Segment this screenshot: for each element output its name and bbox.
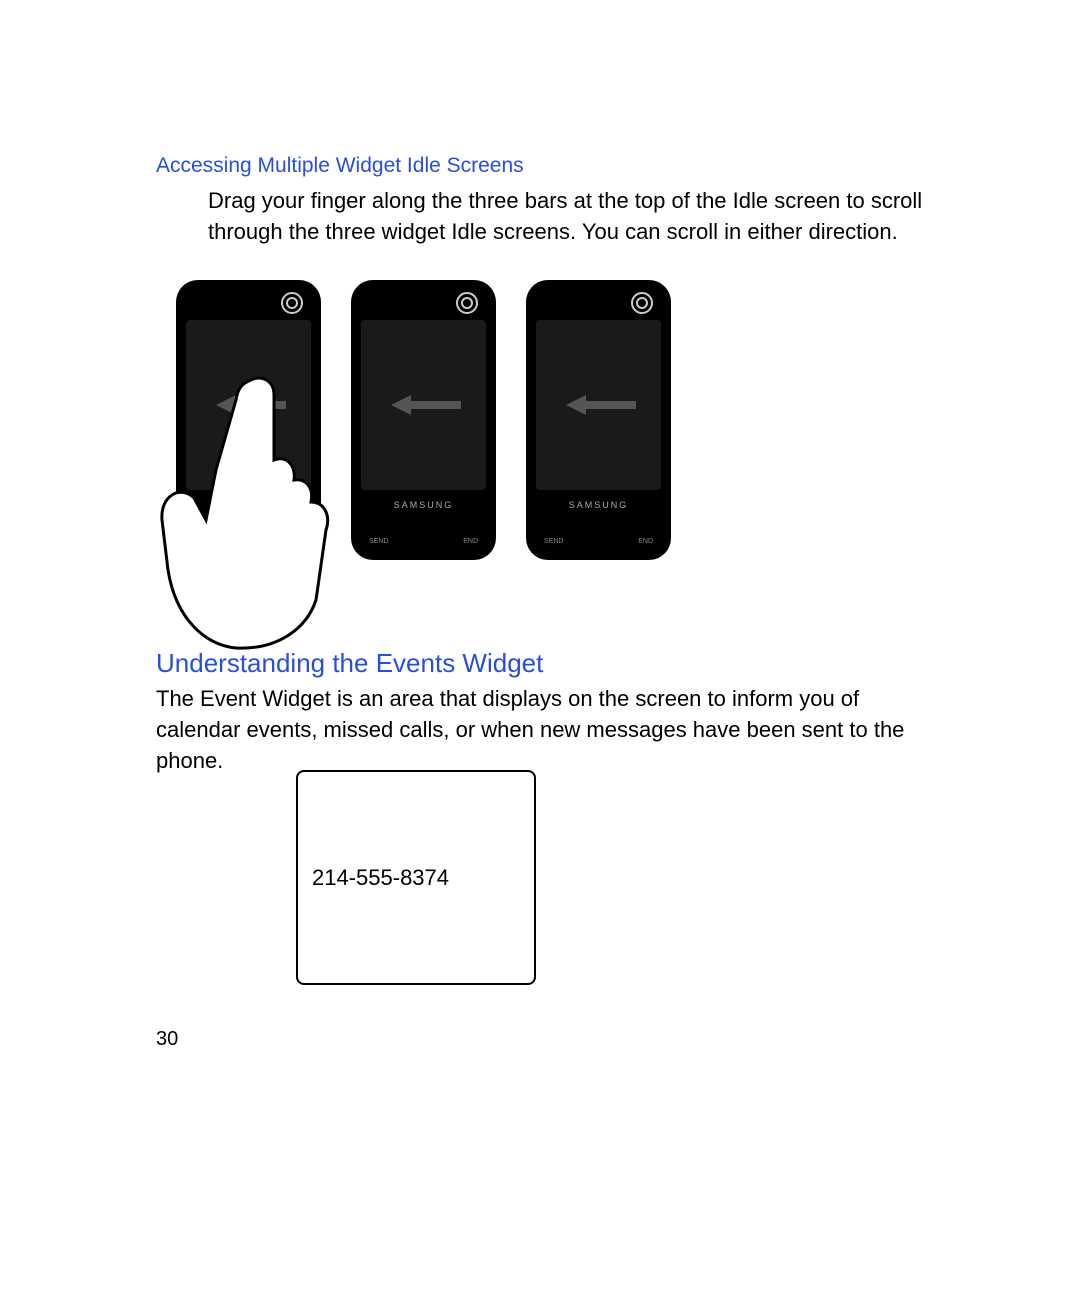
carrier-logo-icon <box>456 292 478 314</box>
end-button-label: END <box>638 538 653 545</box>
events-widget-box: 214-555-8374 <box>296 770 536 985</box>
send-button-label: SEND <box>544 538 563 545</box>
section2-body: The Event Widget is an area that display… <box>156 684 916 776</box>
phone-screen <box>186 320 311 490</box>
section1-heading: Accessing Multiple Widget Idle Screens <box>156 154 524 178</box>
phone-illustration-3: SAMSUNG SEND END <box>526 280 671 560</box>
end-button-label: END <box>463 538 478 545</box>
manual-page: Accessing Multiple Widget Idle Screens D… <box>0 0 1080 1307</box>
phone-illustration-row: SAMSUNG SEND END SAMSUNG SEND END <box>176 280 671 560</box>
send-button-label: SEND <box>194 538 213 545</box>
brand-label: SAMSUNG <box>351 500 496 510</box>
section1-body: Drag your finger along the three bars at… <box>208 186 928 248</box>
carrier-logo-icon <box>631 292 653 314</box>
section2-heading: Understanding the Events Widget <box>156 648 543 679</box>
arrow-left-icon <box>216 395 286 415</box>
arrow-left-icon <box>566 395 636 415</box>
phone-illustration-2: SAMSUNG SEND END <box>351 280 496 560</box>
arrow-left-icon <box>391 395 461 415</box>
brand-label: SAMSUNG <box>176 500 321 510</box>
phone-illustration-1: SAMSUNG SEND END <box>176 280 321 560</box>
phone-screen <box>361 320 486 490</box>
end-button-label: END <box>288 538 303 545</box>
phone-screen <box>536 320 661 490</box>
page-number: 30 <box>156 1028 178 1051</box>
carrier-logo-icon <box>281 292 303 314</box>
event-phone-number: 214-555-8374 <box>312 865 449 891</box>
brand-label: SAMSUNG <box>526 500 671 510</box>
send-button-label: SEND <box>369 538 388 545</box>
